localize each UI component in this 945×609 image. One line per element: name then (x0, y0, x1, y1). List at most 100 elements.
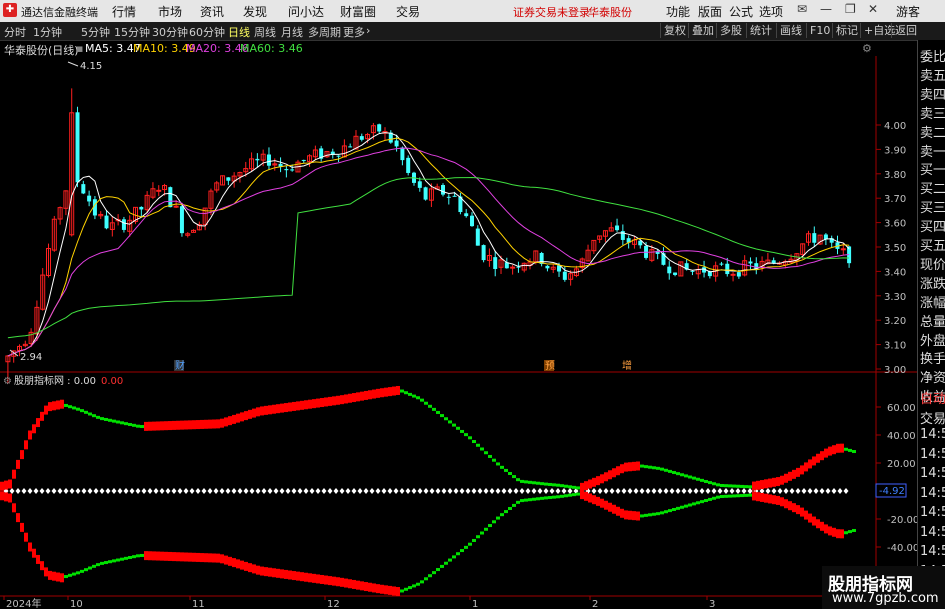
event-marker[interactable]: 增 (622, 359, 632, 372)
candle-body (690, 270, 695, 272)
event-marker[interactable]: 财 (175, 359, 185, 372)
indicator-bar-lower (812, 516, 816, 526)
indicator-bar-lower (240, 560, 244, 570)
indicator-bar-lower (604, 500, 608, 510)
indicator-bar-upper (208, 419, 212, 429)
zero-line-diamond (291, 488, 297, 494)
indicator-bar-upper (732, 484, 736, 488)
indicator-bar-lower (708, 497, 712, 501)
zero-line-diamond (285, 488, 291, 494)
tick-row-label: 14:55 (920, 466, 945, 481)
indicator-bar-lower (112, 559, 116, 563)
indicator-bar-lower (496, 516, 500, 520)
tick-row-label: 14:55 (920, 446, 945, 462)
indicator-bar-upper (104, 417, 108, 421)
zero-line-diamond (543, 488, 549, 494)
indicator-bar-lower (244, 561, 248, 571)
candle-body (771, 260, 776, 264)
candle-body (423, 187, 428, 200)
event-marker[interactable]: 预 (545, 360, 555, 372)
indicator-bar-upper (100, 417, 104, 421)
indicator-bar-lower (644, 513, 648, 517)
zero-line-diamond (489, 488, 495, 494)
zero-line-diamond (153, 488, 159, 494)
indicator-bar-lower (520, 499, 524, 503)
indicator-bar-lower (144, 551, 148, 561)
candle-body (748, 261, 753, 264)
zero-line-diamond (477, 488, 483, 494)
price-tick-label: 4.00 (884, 121, 906, 132)
price-tick-label: 3.90 (884, 145, 906, 156)
kline-chart[interactable]: 4.00 3.90 3.80 3.70 3.60 3.50 3.40 3.30 3.20 3.10… (0, 0, 917, 609)
indicator-bar-upper (144, 421, 148, 431)
zero-line-diamond (663, 488, 669, 494)
indicator-bar-upper (848, 448, 852, 452)
indicator-bar-lower (632, 511, 636, 521)
indicator-bar-lower (176, 552, 180, 562)
indicator-bar-upper (80, 409, 84, 413)
zero-line-diamond (639, 488, 645, 494)
indicator-bar-lower (508, 507, 512, 510)
indicator-bar-upper (260, 406, 264, 416)
indicator-bar-upper (484, 451, 488, 455)
price-tick-label: 3.70 (884, 194, 906, 205)
indicator-tick-label: 60.00 (887, 403, 916, 414)
indicator-bar-lower (232, 558, 236, 568)
indicator-bar-lower (392, 586, 396, 596)
indicator-bar-lower (816, 519, 820, 529)
indicator-bar-upper (456, 426, 460, 430)
indicator-bar-upper (360, 391, 364, 401)
indicator-bar-upper (428, 404, 432, 408)
candle-body (156, 189, 162, 192)
indicator-bar-upper (44, 405, 48, 415)
zero-line-diamond (699, 488, 705, 494)
zero-line-diamond (27, 488, 33, 494)
quote-row-label: 卖二 (920, 125, 945, 141)
candle-body (121, 219, 126, 230)
watermark: 股朋指标网 www.7gpzb.com (822, 566, 945, 609)
indicator-bar-upper (164, 421, 168, 431)
indicator-bar-lower (836, 529, 840, 539)
zero-line-diamond (21, 488, 27, 494)
zero-line-diamond (507, 488, 513, 494)
zero-line-diamond (177, 488, 183, 494)
zero-line-diamond (369, 488, 375, 494)
indicator-bar-upper (836, 443, 840, 453)
indicator-bar-lower (76, 571, 80, 575)
zero-line-diamond (813, 488, 819, 494)
indicator-bar-upper (448, 420, 452, 424)
indicator-bar-lower (416, 582, 420, 586)
indicator-bar-lower (296, 571, 300, 581)
tick-row-label[interactable]: 自动 (920, 388, 945, 407)
indicator-bar-lower (424, 577, 428, 581)
indicator-bar-upper (108, 418, 112, 422)
indicator-bar-upper (524, 480, 528, 484)
zero-line-diamond (87, 488, 93, 494)
candle-body (562, 271, 567, 280)
indicator-bar-upper (696, 477, 700, 481)
zero-line-diamond (141, 488, 147, 494)
indicator-bar-lower (716, 495, 720, 499)
indicator-bar-lower (220, 554, 224, 564)
zero-line-diamond (741, 488, 747, 494)
candle-body (719, 263, 724, 265)
indicator-bar-lower (756, 492, 760, 502)
zero-line-diamond (531, 488, 537, 494)
indicator-bar-lower (96, 563, 100, 567)
indicator-bar-upper (600, 474, 604, 484)
indicator-bar-lower (592, 495, 596, 505)
indicator-bar-upper (228, 416, 232, 426)
zero-line-diamond (513, 488, 519, 494)
indicator-bar-lower (848, 530, 852, 534)
indicator-bar-lower (852, 528, 856, 532)
indicator-bar-lower (540, 496, 544, 500)
quote-row-label: 卖一 (920, 144, 945, 160)
tick-row-label[interactable]: 交易 (920, 408, 945, 427)
zero-line-diamond (57, 488, 63, 494)
indicator-bar-lower (12, 503, 16, 513)
indicator-bar-upper (476, 443, 480, 447)
indicator-bar-lower (224, 555, 228, 565)
indicator-gear-icon[interactable]: ⚙ (3, 376, 12, 387)
indicator-bar-lower (408, 586, 412, 590)
indicator-bar-upper (308, 399, 312, 409)
